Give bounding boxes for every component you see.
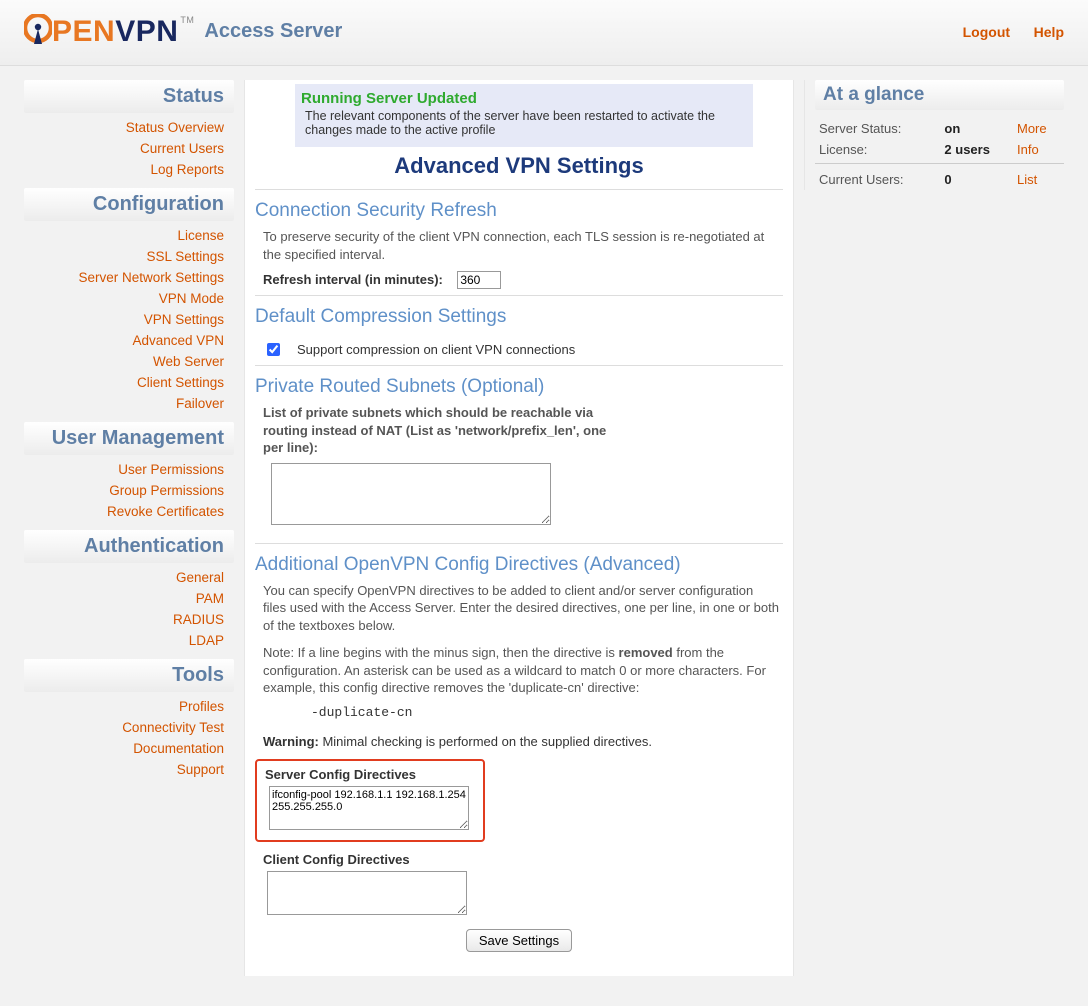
nav-revoke-certs[interactable]: Revoke Certificates bbox=[24, 501, 234, 522]
directives-desc1: You can specify OpenVPN directives to be… bbox=[255, 582, 783, 635]
logout-link[interactable]: Logout bbox=[963, 24, 1010, 40]
compression-checkbox[interactable] bbox=[267, 343, 280, 356]
nav-documentation[interactable]: Documentation bbox=[24, 738, 234, 759]
nav-ssl[interactable]: SSL Settings bbox=[24, 246, 234, 267]
nav-status-overview[interactable]: Status Overview bbox=[24, 117, 234, 138]
glance-license-link[interactable]: Info bbox=[1017, 142, 1039, 157]
glance-license-label: License: bbox=[815, 139, 940, 164]
section-comp-head: Default Compression Settings bbox=[255, 306, 783, 328]
logo-text-pen: PEN bbox=[52, 15, 115, 49]
glance-users-label: Current Users: bbox=[815, 164, 940, 191]
glance-users-value: 0 bbox=[940, 164, 1013, 191]
logo-keyhole-icon bbox=[24, 14, 52, 50]
nav-license[interactable]: License bbox=[24, 225, 234, 246]
nav-head-config: Configuration bbox=[24, 188, 234, 221]
section-refresh-head: Connection Security Refresh bbox=[255, 200, 783, 222]
client-directives-textarea[interactable] bbox=[267, 871, 467, 915]
directive-example: -duplicate-cn bbox=[311, 705, 783, 720]
alert-box: Running Server Updated The relevant comp… bbox=[295, 84, 753, 147]
logo-text-vpn: VPN bbox=[115, 15, 178, 49]
directives-warning: Warning: Minimal checking is performed o… bbox=[255, 728, 783, 755]
alert-title: Running Server Updated bbox=[301, 90, 743, 107]
server-directives-highlight: Server Config Directives bbox=[255, 759, 485, 842]
nav-current-users[interactable]: Current Users bbox=[24, 138, 234, 159]
nav-profiles[interactable]: Profiles bbox=[24, 696, 234, 717]
main-panel: Running Server Updated The relevant comp… bbox=[244, 80, 794, 976]
nav-user-permissions[interactable]: User Permissions bbox=[24, 459, 234, 480]
directives-desc2: Note: If a line begins with the minus si… bbox=[255, 644, 783, 697]
nav-head-auth: Authentication bbox=[24, 530, 234, 563]
nav-auth-ldap[interactable]: LDAP bbox=[24, 630, 234, 651]
server-directives-label: Server Config Directives bbox=[261, 767, 475, 782]
page-title: Advanced VPN Settings bbox=[255, 153, 783, 179]
section-refresh-desc: To preserve security of the client VPN c… bbox=[255, 228, 783, 263]
nav-head-status: Status bbox=[24, 80, 234, 113]
nav-failover[interactable]: Failover bbox=[24, 393, 234, 414]
nav-advanced-vpn[interactable]: Advanced VPN bbox=[24, 330, 234, 351]
nav-client-settings[interactable]: Client Settings bbox=[24, 372, 234, 393]
client-directives-label: Client Config Directives bbox=[259, 852, 783, 867]
nav-group-permissions[interactable]: Group Permissions bbox=[24, 480, 234, 501]
glance-status-value: on bbox=[940, 118, 1013, 139]
save-settings-button[interactable]: Save Settings bbox=[466, 929, 572, 952]
topbar: PENVPNTM Access Server Logout Help bbox=[0, 0, 1088, 66]
help-link[interactable]: Help bbox=[1034, 24, 1064, 40]
logo: PENVPNTM Access Server bbox=[24, 14, 342, 50]
refresh-interval-input[interactable] bbox=[457, 271, 501, 289]
logo-tm: TM bbox=[180, 15, 194, 25]
nav-auth-general[interactable]: General bbox=[24, 567, 234, 588]
subnets-textarea[interactable] bbox=[271, 463, 551, 525]
glance-head: At a glance bbox=[815, 80, 1064, 110]
section-directives-head: Additional OpenVPN Config Directives (Ad… bbox=[255, 554, 783, 576]
nav-web-server[interactable]: Web Server bbox=[24, 351, 234, 372]
section-subnets-head: Private Routed Subnets (Optional) bbox=[255, 376, 783, 398]
server-directives-textarea[interactable] bbox=[269, 786, 469, 830]
nav-auth-radius[interactable]: RADIUS bbox=[24, 609, 234, 630]
nav-auth-pam[interactable]: PAM bbox=[24, 588, 234, 609]
alert-body: The relevant components of the server ha… bbox=[305, 109, 743, 137]
glance-status-link[interactable]: More bbox=[1017, 121, 1047, 136]
nav-support[interactable]: Support bbox=[24, 759, 234, 780]
nav-server-network[interactable]: Server Network Settings bbox=[24, 267, 234, 288]
nav-head-usermgmt: User Management bbox=[24, 422, 234, 455]
nav-head-tools: Tools bbox=[24, 659, 234, 692]
sidebar: Status Status Overview Current Users Log… bbox=[24, 80, 234, 788]
nav-connectivity-test[interactable]: Connectivity Test bbox=[24, 717, 234, 738]
glance-license-value: 2 users bbox=[940, 139, 1013, 164]
glance-status-label: Server Status: bbox=[815, 118, 940, 139]
nav-vpn-settings[interactable]: VPN Settings bbox=[24, 309, 234, 330]
nav-log-reports[interactable]: Log Reports bbox=[24, 159, 234, 180]
subnets-label: List of private subnets which should be … bbox=[255, 404, 615, 457]
glance-users-link[interactable]: List bbox=[1017, 172, 1037, 187]
nav-vpn-mode[interactable]: VPN Mode bbox=[24, 288, 234, 309]
glance-panel: At a glance Server Status: on More Licen… bbox=[804, 80, 1064, 190]
app-subtitle: Access Server bbox=[204, 20, 342, 43]
refresh-label: Refresh interval (in minutes): bbox=[263, 272, 443, 287]
compression-label: Support compression on client VPN connec… bbox=[297, 342, 575, 357]
